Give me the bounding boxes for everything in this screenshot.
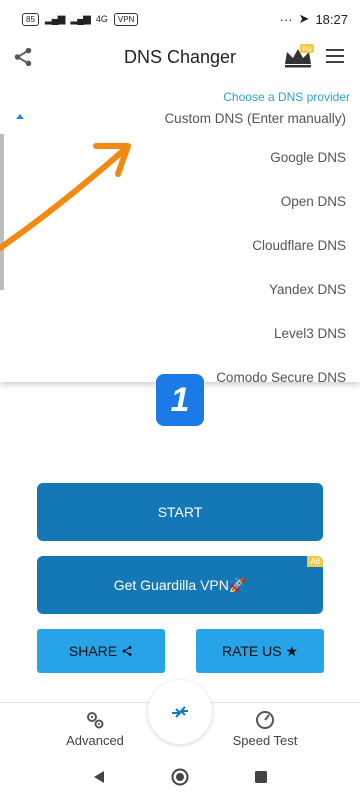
- recents-icon[interactable]: [254, 770, 268, 784]
- nav-advanced-label: Advanced: [66, 733, 124, 748]
- get-vpn-button[interactable]: Get Guardilla VPN🚀 Ad: [37, 556, 323, 614]
- premium-crown-button[interactable]: Pro: [282, 44, 314, 70]
- get-vpn-label: Get Guardilla VPN🚀: [113, 576, 247, 593]
- nav-speed-test-label: Speed Test: [232, 733, 298, 748]
- status-bar: 85 ▂▄▆ ▂▄▆ 4G VPN ··· ➤ 18:27: [0, 0, 360, 38]
- dns-option-yandex[interactable]: Yandex DNS: [269, 282, 346, 297]
- dns-option-google[interactable]: Google DNS: [270, 150, 346, 165]
- notification-dots: ···: [279, 11, 293, 27]
- dns-provider-dropdown: Choose a DNS provider Custom DNS (Enter …: [0, 84, 360, 385]
- step-number-badge: 1: [156, 374, 204, 426]
- system-navigation-bar: [0, 754, 360, 800]
- back-icon[interactable]: [92, 770, 106, 784]
- start-button[interactable]: START: [37, 483, 323, 541]
- crown-icon: Pro: [285, 44, 314, 68]
- dns-option-custom[interactable]: Custom DNS (Enter manually): [164, 111, 346, 126]
- nav-speed-test[interactable]: Speed Test: [215, 703, 315, 748]
- rate-us-button[interactable]: RATE US ★: [196, 629, 324, 673]
- home-icon[interactable]: [171, 768, 189, 786]
- dns-option-comodo[interactable]: Comodo Secure DNS: [216, 370, 346, 385]
- dns-option-level3[interactable]: Level3 DNS: [274, 326, 346, 341]
- app-bar: DNS Changer Pro: [0, 38, 360, 78]
- telegram-icon: ➤: [298, 11, 310, 26]
- hamburger-menu-icon[interactable]: [324, 47, 346, 65]
- vpn-indicator: VPN: [113, 12, 139, 26]
- network-type: 4G: [95, 14, 108, 24]
- swap-arrows-icon: [172, 706, 188, 718]
- clock: 18:27: [315, 11, 348, 27]
- dns-option-open[interactable]: Open DNS: [281, 194, 346, 209]
- share-label: SHARE: [68, 643, 118, 659]
- signal-icon: ▂▄▆: [44, 13, 65, 25]
- speedometer-icon: [256, 711, 274, 729]
- dropdown-scrollbar[interactable]: [0, 134, 4, 290]
- nav-advanced[interactable]: Advanced: [45, 703, 145, 748]
- pro-badge: Pro: [302, 47, 312, 53]
- dropdown-caption: Choose a DNS provider: [223, 90, 350, 104]
- ad-tag: Ad: [307, 556, 323, 567]
- connect-fab-button[interactable]: [148, 680, 212, 744]
- share-button[interactable]: SHARE: [37, 629, 165, 673]
- dropdown-collapse-icon[interactable]: [16, 114, 24, 119]
- battery-indicator: 85: [22, 12, 39, 26]
- dns-option-cloudflare[interactable]: Cloudflare DNS: [252, 238, 346, 253]
- share-small-icon: [122, 646, 132, 656]
- gears-icon: [87, 712, 104, 729]
- signal-icon-2: ▂▄▆: [70, 13, 90, 25]
